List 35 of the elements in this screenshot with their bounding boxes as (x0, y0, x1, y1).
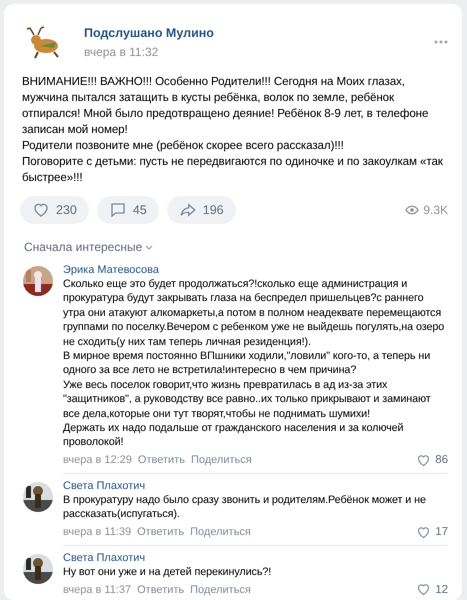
commenter-name[interactable]: Эрика Матевосова (63, 264, 448, 276)
comment-text: Ну вот они уже и на детей перекинулись?! (63, 564, 272, 580)
eye-icon (405, 205, 420, 215)
author-name[interactable]: Подслушано Мулино (84, 26, 420, 40)
commenter-name[interactable]: Света Плахотич (63, 552, 448, 564)
comment-time: вчера в 11:37 (63, 584, 132, 596)
comment-text: В прокуратуру надо было сразу звонить и родителям.Ребёнок может и не рассказать(испугаться). (63, 492, 427, 522)
reply-link[interactable]: Ответить (138, 454, 185, 466)
more-icon[interactable] (434, 40, 448, 44)
comment-icon (108, 201, 127, 219)
comment-time: вчера в 12:29 (63, 454, 132, 466)
share-link[interactable]: Поделиться (190, 584, 251, 596)
reply-link[interactable]: Ответить (137, 584, 184, 596)
heart-icon[interactable] (416, 582, 432, 598)
heart-icon[interactable] (416, 524, 432, 540)
share-link[interactable]: Поделиться (190, 454, 252, 466)
share-link[interactable]: Поделиться (190, 526, 251, 538)
commenter-name[interactable]: Света Плахотич (63, 480, 448, 492)
like-button[interactable]: 230 (20, 196, 89, 224)
like-count: 86 (435, 454, 448, 466)
view-count: 9.3K (423, 203, 448, 217)
post-time: вчера в 11:32 (84, 44, 160, 58)
comment-button[interactable]: 45 (96, 196, 159, 224)
sort-dropdown[interactable]: Сначала интересные (4, 232, 174, 258)
comment-time: вчера в 11:39 (63, 526, 132, 538)
comment-text: Сколько еще это будет продолжаться?!сколько еще администрация и прокуратура будут закрывать глаза на беспредел пришельцев?с раннего утра они атакуют алкомаркеты,а потом в полном неадеквате перемещаются группами по поселку.Вечером с ребенком уже не выйдешь погулять,на озеро не сходить(у них там теперь личная резиденция!). В мирное время постоянно ВПшники ходили,"ловили" кого-то, а теперь ни одного за все лето не встретила!интересно в чем причина? Уже весь поселок говорит,что жизнь превратилась в ад из-за этих "защитников", а руководству все равно..их только прикрывают и заминают все дела,которые они тут творят,чтобы не поднимать шумихи! Держать их надо подальше от гражданского населения и за колючей проволокой! (63, 277, 446, 450)
heart-icon[interactable] (416, 452, 432, 468)
share-button[interactable]: 196 (166, 196, 236, 224)
like-count: 12 (435, 584, 448, 596)
heart-icon[interactable] (32, 201, 50, 219)
post-text: ВНИМАНИЕ!!! ВАЖНО!!! Особенно Родители!!! Сегодня на Моих глазах, мужчина пытался затащить в кусты ребёнка, волок по земле, ребёнок отпирался! Мной было предотвращено деяние! Ребёнок 8-9 лет, в телефоне записан мой номер! Родители позвоните мне (ребёнок скорее всего рассказал)!!! Поговорите с детьми: пусть не передвигаются по одиночке и по закоулкам «так быстрее»!!! (21, 74, 444, 186)
chevron-icon (145, 244, 154, 250)
reply-link[interactable]: Ответить (137, 526, 184, 538)
like-count: 17 (435, 526, 448, 538)
share-icon (178, 201, 197, 219)
